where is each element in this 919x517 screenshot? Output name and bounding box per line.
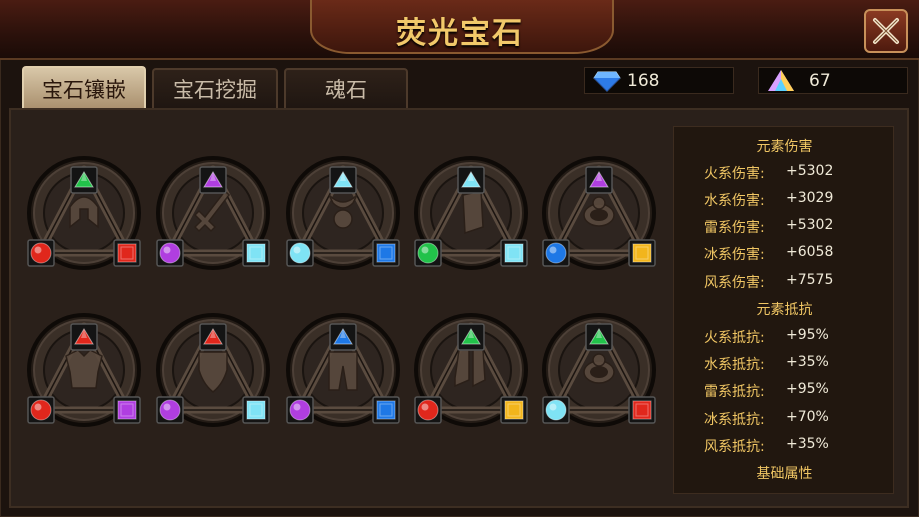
gem-socket-top[interactable]	[585, 166, 613, 194]
gem-socket-left[interactable]	[156, 239, 184, 267]
gem-socket-top[interactable]	[199, 166, 227, 194]
stat-label: 风系抵抗:	[704, 439, 765, 455]
stat-label: 水系抵抗:	[704, 357, 765, 373]
gem-socket-top[interactable]	[70, 323, 98, 351]
armor-icon	[65, 349, 103, 389]
stat-value: +7575	[786, 272, 834, 288]
gem-slot[interactable]	[542, 313, 656, 427]
gem-socket-left[interactable]	[542, 396, 570, 424]
stat-label: 火系伤害:	[704, 166, 765, 182]
gem-slot[interactable]	[27, 156, 141, 270]
damage-heading: 元素伤害	[756, 139, 813, 155]
gem-slot[interactable]	[156, 156, 270, 270]
stat-value: +35%	[786, 436, 829, 452]
gem-socket-left[interactable]	[414, 239, 442, 267]
stat-label: 冰系抵抗:	[704, 412, 765, 428]
stat-label: 水系伤害:	[704, 193, 765, 209]
gem-socket-right[interactable]	[372, 396, 400, 424]
gem-slot[interactable]	[286, 313, 400, 427]
gem-socket-right[interactable]	[113, 396, 141, 424]
stat-value: +95%	[786, 381, 829, 397]
stat-label: 冰系伤害:	[704, 247, 765, 263]
stat-value: +5302	[786, 217, 834, 233]
gem-socket-top[interactable]	[199, 323, 227, 351]
gem-socket-right[interactable]	[628, 396, 656, 424]
gem-socket-top[interactable]	[329, 166, 357, 194]
stat-value: +6058	[786, 244, 834, 260]
stat-value: +95%	[786, 327, 829, 343]
stat-value: +70%	[786, 409, 829, 425]
gem-socket-top[interactable]	[457, 323, 485, 351]
gem-slot[interactable]	[286, 156, 400, 270]
base-heading: 基础属性	[756, 466, 813, 482]
gem-slot[interactable]	[414, 156, 528, 270]
gem-socket-left[interactable]	[286, 239, 314, 267]
gem-socket-left[interactable]	[156, 396, 184, 424]
stat-label: 雷系抵抗:	[704, 384, 765, 400]
stat-value: +3029	[786, 190, 834, 206]
bracer-icon	[462, 190, 484, 235]
gem-socket-right[interactable]	[113, 239, 141, 267]
gem-socket-top[interactable]	[70, 166, 98, 194]
gem-slot[interactable]	[414, 313, 528, 427]
gem-socket-left[interactable]	[542, 239, 570, 267]
gem-socket-right[interactable]	[242, 396, 270, 424]
stat-label: 火系抵抗:	[704, 330, 765, 346]
gem-socket-top[interactable]	[329, 323, 357, 351]
gem-socket-left[interactable]	[27, 396, 55, 424]
gem-socket-left[interactable]	[27, 239, 55, 267]
gem-socket-top[interactable]	[585, 323, 613, 351]
stat-value: +5302	[786, 163, 834, 179]
gem-slot[interactable]	[156, 313, 270, 427]
gem-socket-right[interactable]	[628, 239, 656, 267]
gem-slot[interactable]	[542, 156, 656, 270]
gem-socket-right[interactable]	[500, 396, 528, 424]
gem-socket-right[interactable]	[242, 239, 270, 267]
stats-panel: 元素伤害 火系伤害: +5302 水系伤害: +3029 雷系伤害: +5302…	[673, 126, 894, 494]
gem-socket-right[interactable]	[500, 239, 528, 267]
gem-socket-top[interactable]	[457, 166, 485, 194]
stat-value: +35%	[786, 354, 829, 370]
gem-socket-right[interactable]	[372, 239, 400, 267]
stat-label: 风系伤害:	[704, 275, 765, 291]
gem-socket-left[interactable]	[286, 396, 314, 424]
gem-socket-left[interactable]	[414, 396, 442, 424]
stat-label: 雷系伤害:	[704, 220, 765, 236]
resist-heading: 元素抵抗	[756, 302, 813, 318]
gem-slot[interactable]	[27, 313, 141, 427]
